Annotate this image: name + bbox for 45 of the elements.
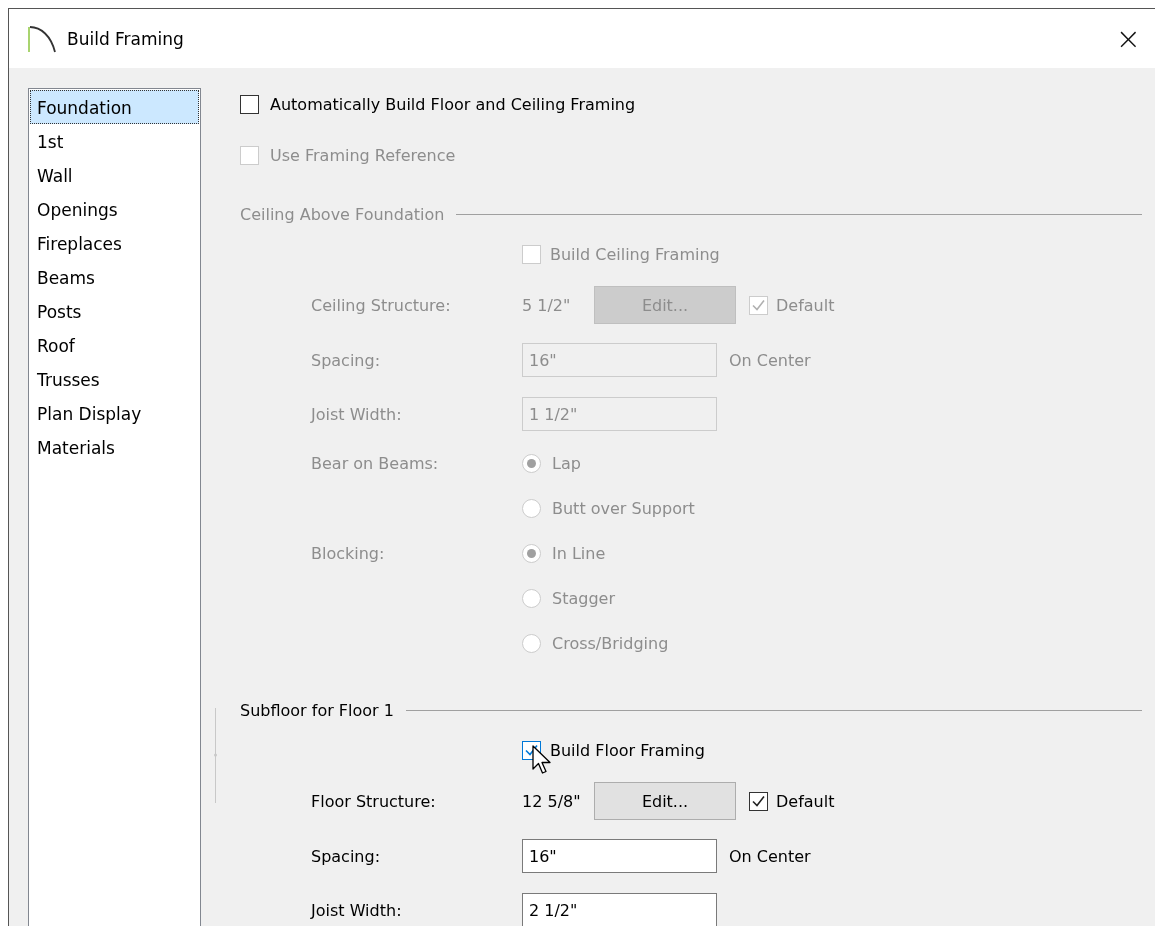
checkbox-label: Default (776, 295, 835, 315)
category-item[interactable]: Foundation (30, 90, 199, 124)
section-title: Ceiling Above Foundation (240, 204, 445, 224)
category-item[interactable]: Beams (30, 260, 199, 294)
close-button[interactable]: × (1113, 23, 1143, 54)
field-label: Floor Structure: (311, 791, 437, 811)
field-label: Spacing: (311, 846, 382, 866)
unit-label: On Center (729, 350, 811, 370)
checkbox-label: Use Framing Reference (270, 145, 456, 165)
field-label: Bear on Beams: (311, 454, 440, 473)
checkbox[interactable] (749, 791, 768, 811)
category-item[interactable]: Posts (30, 294, 199, 328)
category-item[interactable]: Fireplaces (30, 226, 199, 260)
checkbox-label: Build Floor Framing (550, 740, 705, 760)
category-item[interactable]: 1st (30, 124, 199, 158)
field-label: Blocking: (311, 544, 386, 563)
field-label: Joist Width: (311, 404, 403, 424)
unit-label: On Center (729, 846, 811, 866)
edit-button[interactable]: Edit... (594, 782, 736, 820)
category-item[interactable]: Trusses (30, 362, 199, 396)
checkbox-label: Default (776, 791, 835, 811)
section-title: Subfloor for Floor 1 (240, 700, 394, 720)
field-label: Spacing: (311, 350, 382, 370)
category-item[interactable]: Wall (30, 158, 199, 192)
radio-label: Stagger (552, 589, 615, 608)
checkbox-label: Build Ceiling Framing (550, 244, 720, 264)
category-item[interactable]: Plan Display (30, 396, 199, 430)
field-label: Joist Width: (311, 900, 403, 920)
category-item[interactable]: Roof (30, 328, 199, 362)
radio-label: Cross/Bridging (552, 634, 669, 653)
arc-icon (27, 23, 57, 54)
input-field[interactable]: 2 1/2" (522, 893, 717, 926)
input-field[interactable]: 16" (522, 839, 717, 873)
radio-label: In Line (552, 544, 606, 563)
category-item[interactable]: Openings (30, 192, 199, 226)
checkbox-label: Automatically Build Floor and Ceiling Framing (270, 94, 636, 114)
radio-label: Butt over Support (552, 499, 695, 518)
structure-value: 12 5/8" (522, 791, 582, 811)
radio-label: Lap (552, 454, 581, 473)
splitter-handle[interactable] (214, 708, 217, 803)
window-title: Build Framing (67, 28, 185, 49)
structure-value: 5 1/2" (522, 295, 572, 315)
category-item[interactable]: Materials (30, 430, 199, 464)
field-label: Ceiling Structure: (311, 295, 452, 315)
checkbox[interactable] (240, 94, 259, 114)
